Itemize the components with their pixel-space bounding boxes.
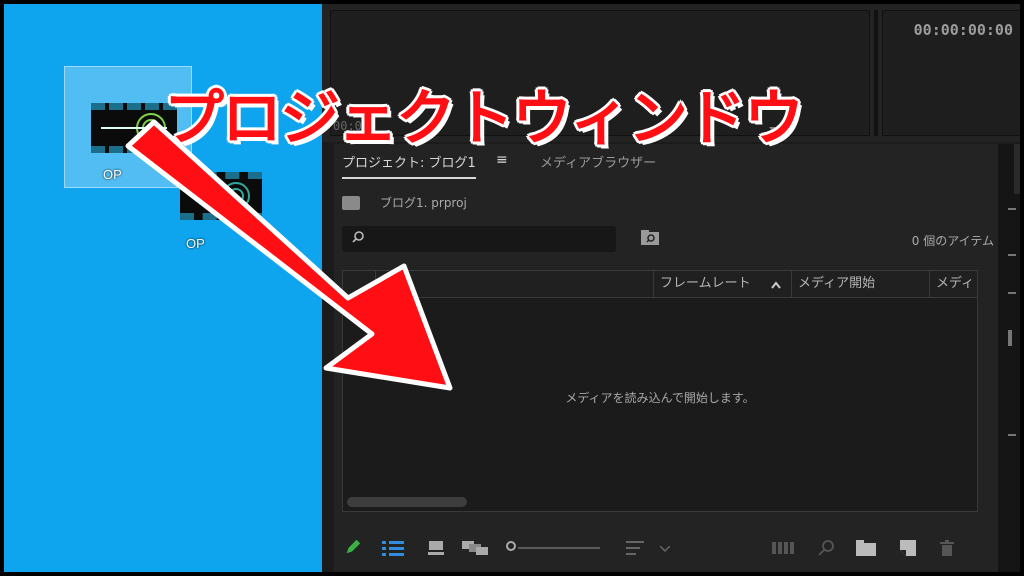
- screenshot-frame: OP OP 00:0 00:00:00:00 プロジェクト: ブログ1 ≡ メデ…: [0, 0, 1024, 576]
- annotation-title: プロジェクトウィンドウ: [164, 84, 804, 154]
- red-arrow-icon: [125, 119, 453, 391]
